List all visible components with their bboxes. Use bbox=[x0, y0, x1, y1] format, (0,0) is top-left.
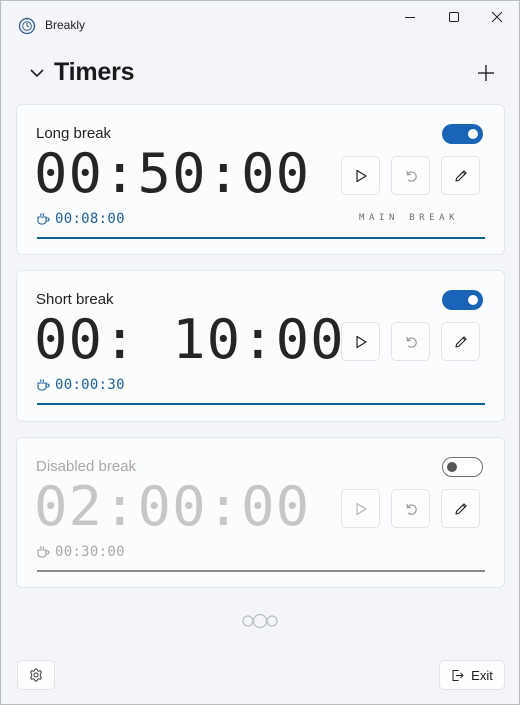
reset-button[interactable] bbox=[391, 322, 430, 361]
timer-enabled-toggle[interactable] bbox=[442, 457, 483, 477]
chevron-down-icon[interactable] bbox=[29, 65, 45, 81]
coffee-cup-icon bbox=[37, 546, 50, 558]
reset-icon bbox=[405, 336, 417, 348]
timer-enabled-toggle[interactable] bbox=[442, 124, 483, 144]
timer-name: Short break bbox=[36, 291, 114, 308]
timer-card-disabled-break: Disabled break 02:00:00 00:30:00 bbox=[16, 437, 505, 588]
edit-button[interactable] bbox=[441, 322, 480, 361]
play-button[interactable] bbox=[341, 156, 380, 195]
toggle-knob bbox=[447, 462, 457, 472]
maximize-icon bbox=[449, 12, 459, 22]
play-icon bbox=[355, 502, 367, 515]
timer-progress-bar bbox=[37, 403, 485, 405]
timer-countdown: 00:50:00 bbox=[34, 142, 311, 205]
app-window: Breakly Timers Long break 00:50:00 00:08… bbox=[0, 0, 520, 705]
edit-button[interactable] bbox=[441, 489, 480, 528]
plus-icon[interactable] bbox=[475, 62, 497, 84]
coffee-cup-icon bbox=[37, 379, 50, 391]
exit-button[interactable]: Exit bbox=[439, 660, 505, 690]
play-button[interactable] bbox=[341, 489, 380, 528]
toggle-knob bbox=[468, 129, 478, 139]
settings-button[interactable] bbox=[17, 660, 55, 690]
pencil-icon bbox=[454, 169, 467, 182]
exit-label: Exit bbox=[471, 667, 493, 683]
play-button[interactable] bbox=[341, 322, 380, 361]
timer-card-long-break: Long break 00:50:00 00:08:00 MAIN BREAK bbox=[16, 104, 505, 255]
reset-icon bbox=[405, 170, 417, 182]
break-duration-value: 00:08:00 bbox=[55, 211, 125, 227]
break-duration: 00:30:00 bbox=[36, 544, 125, 560]
coffee-cup-icon bbox=[37, 213, 50, 225]
timer-enabled-toggle[interactable] bbox=[442, 290, 483, 310]
minimize-icon bbox=[405, 17, 415, 18]
pencil-icon bbox=[454, 335, 467, 348]
app-title: Breakly bbox=[45, 18, 86, 32]
timer-progress-bar bbox=[37, 237, 485, 239]
exit-icon bbox=[452, 669, 464, 681]
timer-card-short-break: Short break 00: 10:00 00:00:30 bbox=[16, 270, 505, 422]
maximize-button[interactable] bbox=[432, 1, 476, 33]
break-duration: 00:00:30 bbox=[36, 377, 125, 393]
play-icon bbox=[355, 335, 367, 348]
timer-name: Disabled break bbox=[36, 458, 137, 475]
minimize-button[interactable] bbox=[388, 1, 432, 33]
timer-name: Long break bbox=[36, 125, 112, 142]
break-duration: 00:08:00 bbox=[36, 211, 125, 227]
main-break-badge: MAIN BREAK bbox=[359, 213, 460, 223]
timer-countdown: 02:00:00 bbox=[34, 475, 311, 538]
timer-countdown: 00: 10:00 bbox=[34, 308, 345, 371]
app-icon bbox=[18, 17, 36, 35]
reset-icon bbox=[405, 503, 417, 515]
reset-button[interactable] bbox=[391, 489, 430, 528]
play-icon bbox=[355, 169, 367, 182]
break-duration-value: 00:30:00 bbox=[55, 544, 125, 560]
pencil-icon bbox=[454, 502, 467, 515]
close-button[interactable] bbox=[475, 1, 519, 33]
timer-progress-bar bbox=[37, 570, 485, 572]
carousel-dots-icon[interactable] bbox=[239, 613, 283, 629]
title-bar[interactable]: Breakly bbox=[1, 1, 519, 41]
edit-button[interactable] bbox=[441, 156, 480, 195]
reset-button[interactable] bbox=[391, 156, 430, 195]
close-icon bbox=[491, 11, 503, 23]
gear-icon bbox=[30, 668, 42, 682]
break-duration-value: 00:00:30 bbox=[55, 377, 125, 393]
page-title: Timers bbox=[54, 58, 135, 86]
toggle-knob bbox=[468, 295, 478, 305]
